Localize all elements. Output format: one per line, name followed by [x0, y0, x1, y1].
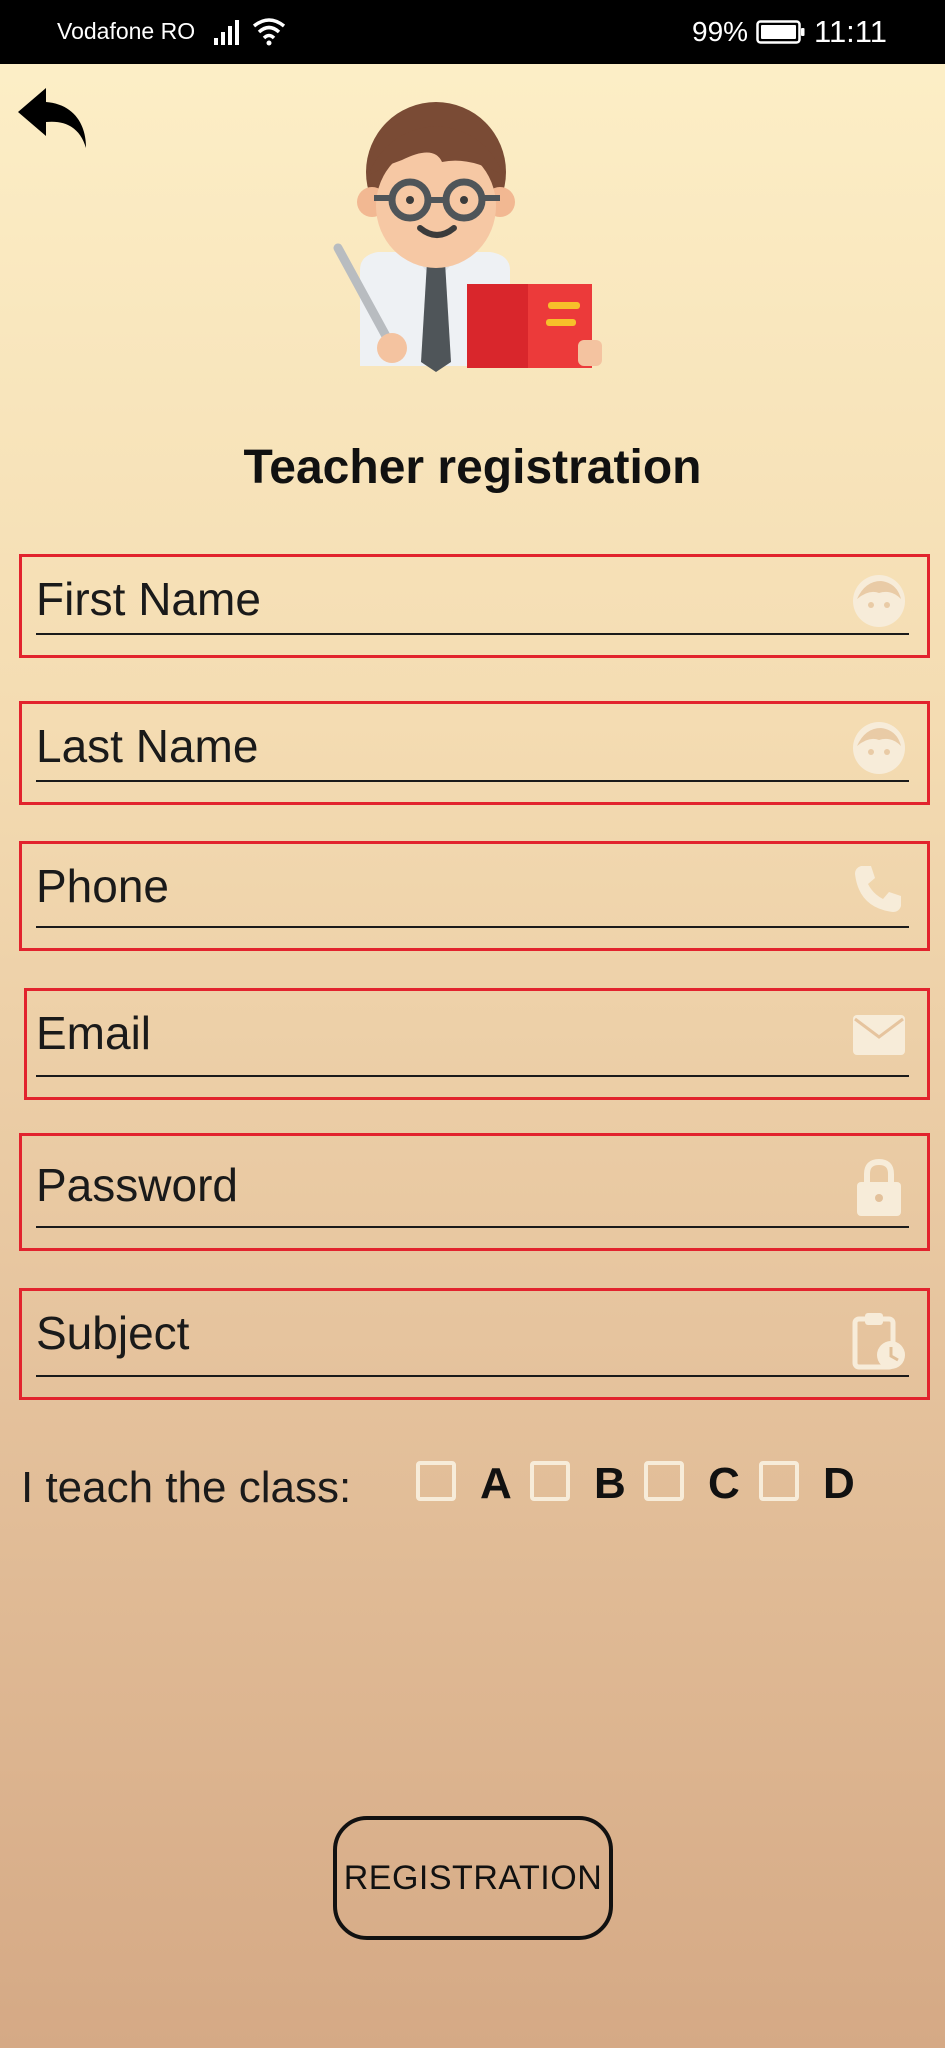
subject-placeholder: Subject	[36, 1307, 190, 1359]
class-b-checkbox[interactable]	[530, 1461, 570, 1501]
face-icon	[851, 720, 907, 776]
lock-icon	[851, 1158, 907, 1216]
last-name-placeholder: Last Name	[36, 720, 259, 772]
field-underline	[36, 1075, 909, 1077]
registration-button[interactable]: REGISTRATION	[333, 1816, 613, 1940]
field-underline	[36, 1375, 909, 1377]
phone-placeholder: Phone	[36, 860, 170, 912]
subject-field[interactable]: Subject	[19, 1288, 930, 1400]
email-placeholder: Email	[36, 1007, 152, 1059]
teacher-illustration	[330, 100, 610, 372]
phone-icon	[851, 860, 907, 916]
first-name-placeholder: First Name	[36, 573, 261, 625]
battery-percent: 99%	[692, 16, 749, 47]
class-c-label: C	[708, 1459, 740, 1508]
carrier-label: Vodafone RO	[57, 18, 196, 44]
field-underline	[36, 780, 909, 782]
class-a-label: A	[480, 1459, 512, 1508]
back-arrow-icon	[18, 88, 86, 148]
face-icon	[851, 573, 907, 629]
field-underline	[36, 926, 909, 928]
field-underline	[36, 633, 909, 635]
battery-icon	[756, 20, 806, 49]
email-field[interactable]: Email	[24, 988, 930, 1100]
class-label: I teach the class:	[21, 1463, 352, 1512]
class-b-label: B	[594, 1459, 626, 1508]
page-title: Teacher registration	[243, 441, 702, 494]
password-placeholder: Password	[36, 1159, 238, 1211]
class-c-checkbox[interactable]	[644, 1461, 684, 1501]
mail-icon	[851, 1007, 907, 1063]
clipboard-clock-icon	[851, 1311, 907, 1370]
class-d-checkbox[interactable]	[759, 1461, 799, 1501]
clock-time: 11:11	[814, 14, 887, 49]
class-d-label: D	[823, 1459, 855, 1508]
class-a-checkbox[interactable]	[416, 1461, 456, 1501]
first-name-field[interactable]: First Name	[19, 554, 930, 658]
last-name-field[interactable]: Last Name	[19, 701, 930, 805]
password-field[interactable]: Password	[19, 1133, 930, 1251]
field-underline	[36, 1226, 909, 1228]
signal-icon	[213, 18, 243, 51]
wifi-icon	[252, 16, 286, 51]
phone-field[interactable]: Phone	[19, 841, 930, 951]
back-button[interactable]	[14, 84, 90, 152]
status-bar: Vodafone RO 99% 11:11	[0, 0, 945, 64]
